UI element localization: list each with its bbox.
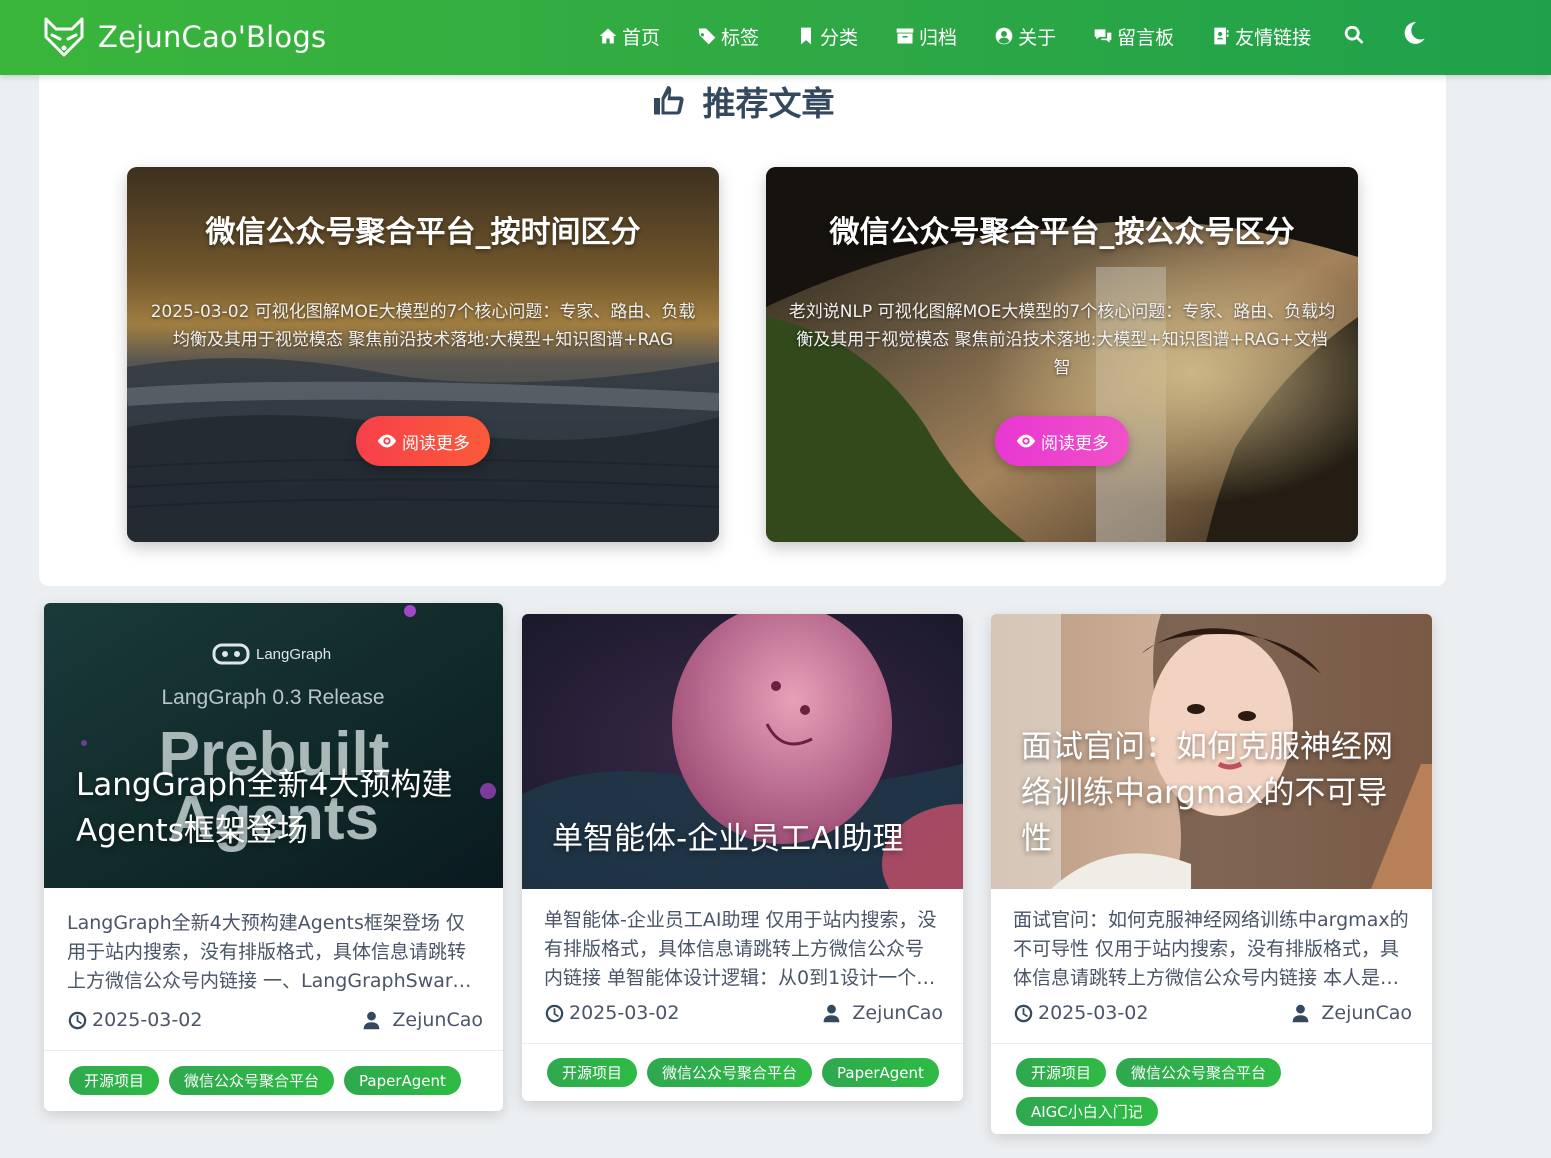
post-meta: 2025-03-02 ZejunCao	[67, 1007, 483, 1033]
nav-item-about[interactable]: 关于	[994, 23, 1056, 50]
cover-banner: LangGraph	[256, 646, 331, 663]
clock-icon	[545, 1004, 564, 1022]
recommended-card-by-account[interactable]: 微信公众号聚合平台_按公众号区分 老刘说NLP 可视化图解MOE大模型的7个核心…	[766, 167, 1358, 542]
post-card[interactable]: 面试官问：如何克服神经网络训练中argmax的不可导性 面试官问：如何克服神经网…	[991, 614, 1432, 1134]
post-author-text: ZejunCao	[1321, 1002, 1412, 1024]
brand-name: ZejunCao'Blogs	[98, 20, 327, 54]
post-excerpt: LangGraph全新4大预构建Agents框架登场 仅用于站内搜索，没有排版格…	[67, 912, 471, 992]
moon-icon	[1404, 22, 1425, 44]
comments-icon	[1094, 29, 1112, 43]
user-icon	[824, 1004, 840, 1022]
post-tags: 开源项目 微信公众号聚合平台 PaperAgent	[69, 1066, 483, 1095]
post-author-text: ZejunCao	[852, 1002, 943, 1024]
cover-release: LangGraph 0.3 Release	[162, 686, 385, 709]
nav-item-label: 留言板	[1117, 26, 1175, 49]
recommended-card-title: 微信公众号聚合平台_按公众号区分	[829, 215, 1295, 250]
clock-icon	[68, 1011, 87, 1029]
post-date-text: 2025-03-02	[92, 1009, 203, 1031]
post-date: 2025-03-02	[544, 1002, 679, 1024]
post-author[interactable]: ZejunCao	[821, 1002, 943, 1024]
post-divider	[522, 1043, 963, 1044]
brand[interactable]: ZejunCao'Blogs	[42, 14, 326, 60]
post-cover-title: 面试官问：如何克服神经网络训练中argmax的不可导性	[1021, 729, 1393, 857]
post-excerpt: 面试官问：如何克服神经网络训练中argmax的不可导性 仅用于站内搜索，没有排版…	[1013, 909, 1409, 989]
clock-icon	[1014, 1004, 1033, 1022]
theme-toggle-button[interactable]	[1401, 20, 1427, 50]
post-cover-title: 单智能体-企业员工AI助理	[552, 821, 904, 857]
post-date: 2025-03-02	[67, 1009, 202, 1031]
recommended-card-desc: 老刘说NLP 可视化图解MOE大模型的7个核心问题：专家、路由、负载均衡及其用于…	[788, 302, 1336, 378]
nav-item-label: 友情链接	[1235, 26, 1312, 49]
post-card[interactable]: LangGraph LangGraph 0.3 Release Prebuilt…	[44, 603, 503, 1111]
post-author[interactable]: ZejunCao	[1290, 1002, 1412, 1024]
nav-item-friend-links[interactable]: 友情链接	[1211, 23, 1311, 50]
nav-item-label: 关于	[1018, 26, 1057, 49]
nav-item-label: 首页	[622, 26, 661, 49]
archive-icon	[896, 28, 914, 44]
post-tags: 开源项目 微信公众号聚合平台 PaperAgent	[547, 1058, 943, 1087]
post-excerpt: 单智能体-企业员工AI助理 仅用于站内搜索，没有排版格式，具体信息请跳转上方微信…	[544, 909, 937, 989]
search-button[interactable]	[1343, 24, 1365, 50]
tag[interactable]: 开源项目	[1016, 1058, 1107, 1087]
address-book-icon	[1214, 27, 1229, 45]
recommended-card-desc: 2025-03-02 可视化图解MOE大模型的7个核心问题：专家、路由、负载均衡…	[150, 302, 696, 350]
nav-item-tags[interactable]: 标签	[697, 23, 759, 50]
fox-logo-icon	[44, 17, 84, 57]
tags-icon	[698, 28, 716, 45]
top-navbar: ZejunCao'Blogs 首页 标签 分类 归档 关于 留言板 友情链接	[0, 0, 1551, 75]
tag[interactable]: PaperAgent	[344, 1066, 461, 1095]
post-cover[interactable]: 面试官问：如何克服神经网络训练中argmax的不可导性	[991, 614, 1432, 889]
post-cover[interactable]: LangGraph LangGraph 0.3 Release Prebuilt…	[44, 603, 503, 888]
tag[interactable]: 开源项目	[547, 1058, 638, 1087]
tag[interactable]: AIGC小白入门记	[1016, 1097, 1158, 1126]
read-more-button[interactable]: 阅读更多	[356, 416, 490, 466]
read-more-label: 阅读更多	[1041, 433, 1109, 454]
nav-item-archive[interactable]: 归档	[895, 23, 957, 50]
post-divider	[44, 1050, 503, 1051]
nav-item-label: 分类	[820, 26, 859, 49]
eye-icon	[377, 434, 397, 448]
recommended-heading: 推荐文章	[39, 79, 1446, 123]
post-cover-title: LangGraph全新4大预构建Agents框架登场	[76, 767, 453, 849]
tag[interactable]: PaperAgent	[822, 1058, 939, 1087]
post-author-text: ZejunCao	[392, 1009, 483, 1031]
tag[interactable]: 开源项目	[69, 1066, 160, 1095]
post-cover[interactable]: 单智能体-企业员工AI助理	[522, 614, 963, 889]
post-meta: 2025-03-02 ZejunCao	[1013, 1000, 1412, 1026]
thumbs-up-icon	[653, 86, 684, 115]
post-date: 2025-03-02	[1013, 1002, 1148, 1024]
home-icon	[599, 28, 617, 44]
read-more-label: 阅读更多	[402, 433, 470, 454]
nav-item-home[interactable]: 首页	[598, 23, 660, 50]
nav-item-guestbook[interactable]: 留言板	[1093, 23, 1174, 50]
recommended-panel: 推荐文章 微信公众号聚合平台_按时间区分 2025-03-02 可视化图解MOE…	[39, 62, 1446, 586]
recommended-card-by-time[interactable]: 微信公众号聚合平台_按时间区分 2025-03-02 可视化图解MOE大模型的7…	[127, 167, 719, 542]
post-date-text: 2025-03-02	[569, 1002, 680, 1024]
nav-item-label: 归档	[919, 26, 958, 49]
read-more-button[interactable]: 阅读更多	[995, 416, 1129, 466]
recommended-title: 推荐文章	[702, 84, 835, 123]
eye-icon	[1016, 434, 1036, 448]
nav-menu: 首页 标签 分类 归档 关于 留言板 友情链接	[598, 20, 1348, 52]
tag[interactable]: 微信公众号聚合平台	[169, 1066, 335, 1095]
post-author[interactable]: ZejunCao	[361, 1009, 483, 1031]
post-card[interactable]: 单智能体-企业员工AI助理 单智能体-企业员工AI助理 仅用于站内搜索，没有排版…	[522, 614, 963, 1101]
user-circle-icon	[995, 27, 1013, 45]
user-icon	[364, 1011, 380, 1029]
nav-item-label: 标签	[721, 26, 760, 49]
post-meta: 2025-03-02 ZejunCao	[544, 1000, 943, 1026]
user-icon	[1293, 1004, 1309, 1022]
post-date-text: 2025-03-02	[1038, 1002, 1149, 1024]
recommended-card-title: 微信公众号聚合平台_按时间区分	[205, 215, 641, 250]
tag[interactable]: 微信公众号聚合平台	[1116, 1058, 1282, 1087]
tag[interactable]: 微信公众号聚合平台	[647, 1058, 813, 1087]
search-icon	[1344, 25, 1364, 44]
bookmark-icon	[801, 27, 812, 45]
nav-item-categories[interactable]: 分类	[796, 23, 858, 50]
post-divider	[991, 1043, 1432, 1044]
post-tags: 开源项目 微信公众号聚合平台 AIGC小白入门记	[1016, 1058, 1412, 1126]
